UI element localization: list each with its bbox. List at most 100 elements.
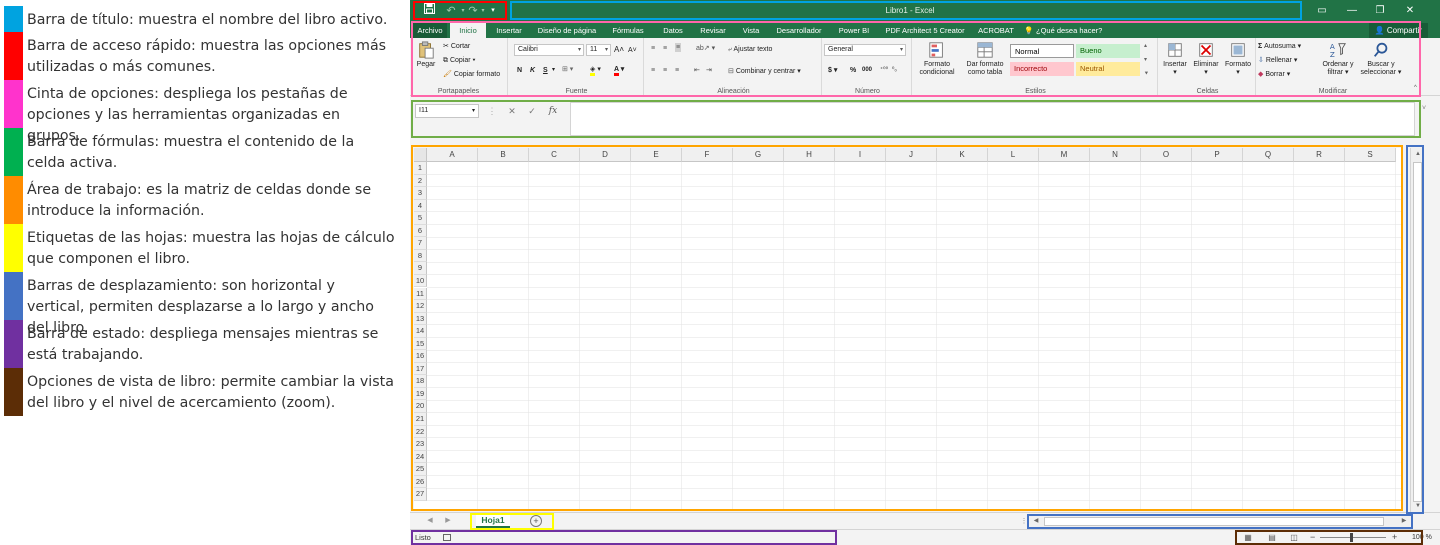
italic-button[interactable]: K <box>530 66 535 75</box>
clear-button[interactable]: ◆ Borrar ▾ <box>1258 70 1290 79</box>
align-right-icon[interactable]: ≡ <box>675 66 679 75</box>
select-all-button[interactable] <box>414 148 427 162</box>
column-header[interactable]: S <box>1345 148 1396 162</box>
row-header[interactable]: 3 <box>414 187 427 200</box>
row-header[interactable]: 22 <box>414 425 427 439</box>
cancel-icon[interactable]: ✕ <box>504 104 520 118</box>
zoom-slider[interactable] <box>1320 537 1386 538</box>
styles-scroll-down-icon[interactable]: ▾ <box>1144 56 1147 65</box>
row-header[interactable]: 7 <box>414 237 427 250</box>
column-header[interactable]: Q <box>1243 148 1294 162</box>
fill-color-icon[interactable]: ◈ ▾ <box>590 65 601 76</box>
vertical-scrollbar[interactable]: ▲ ▼ <box>1410 148 1424 512</box>
enter-icon[interactable]: ✓ <box>524 104 540 118</box>
formula-input[interactable] <box>570 102 1415 136</box>
tab-formulas[interactable]: Fórmulas <box>608 23 648 38</box>
style-bad[interactable]: Incorrecto <box>1010 62 1074 76</box>
row-header[interactable]: 25 <box>414 463 427 476</box>
row-header[interactable]: 8 <box>414 249 427 263</box>
tab-revisar[interactable]: Revisar <box>696 23 730 38</box>
tab-datos[interactable]: Datos <box>656 23 690 38</box>
merge-center-button[interactable]: ⊟ Combinar y centrar ▾ <box>728 67 801 76</box>
close-icon[interactable]: ✕ <box>1398 2 1422 20</box>
row-header[interactable]: 9 <box>414 262 427 275</box>
row-header[interactable]: 10 <box>414 274 427 288</box>
wrap-text-button[interactable]: ⤶ Ajustar texto <box>728 45 772 54</box>
column-header[interactable]: A <box>427 148 478 162</box>
next-sheet-icon[interactable]: ▶ <box>442 515 454 527</box>
row-header[interactable]: 2 <box>414 174 427 188</box>
number-format-select[interactable]: General ▾ <box>824 44 906 56</box>
vertical-scroll-thumb[interactable] <box>1413 162 1422 502</box>
row-header[interactable]: 4 <box>414 199 427 213</box>
minimize-icon[interactable]: — <box>1340 2 1364 20</box>
redo-dropdown-icon[interactable]: ▾ <box>480 3 486 19</box>
format-painter-button[interactable]: 🖌 Copiar formato <box>443 70 500 79</box>
tab-diseno-pagina[interactable]: Diseño de página <box>534 23 600 38</box>
find-select-button[interactable]: Buscar y seleccionar ▾ <box>1360 41 1402 77</box>
align-middle-icon[interactable]: ≡ <box>663 44 667 53</box>
page-layout-view-icon[interactable]: ▤ <box>1266 533 1278 543</box>
style-neutral[interactable]: Neutral <box>1076 62 1140 76</box>
tab-archivo[interactable]: Archivo <box>413 23 447 38</box>
tab-acrobat[interactable]: ACROBAT <box>976 23 1016 38</box>
sort-filter-button[interactable]: AZ Ordenar y filtrar ▾ <box>1320 41 1356 77</box>
column-header[interactable]: L <box>988 148 1039 162</box>
align-bottom-icon[interactable]: ≡ <box>675 43 682 52</box>
column-header[interactable]: G <box>733 148 784 162</box>
row-header[interactable]: 12 <box>414 300 427 313</box>
autosum-button[interactable]: Σ Autosuma ▾ <box>1258 42 1301 51</box>
horizontal-scrollbar[interactable]: ◀ ▶ <box>1030 516 1410 527</box>
scroll-left-icon[interactable]: ◀ <box>1030 516 1042 527</box>
bold-button[interactable]: N <box>517 66 522 75</box>
zoom-out-icon[interactable]: − <box>1310 531 1315 544</box>
collapse-ribbon-icon[interactable]: ^ <box>1414 84 1417 93</box>
align-left-icon[interactable]: ≡ <box>651 66 655 75</box>
insert-function-button[interactable]: fx <box>545 104 561 118</box>
tab-insertar[interactable]: Insertar <box>490 23 528 38</box>
shrink-font-icon[interactable]: A˅ <box>628 46 637 55</box>
macro-record-icon[interactable] <box>443 534 451 541</box>
share-button[interactable]: 👤 Compartir <box>1368 23 1428 38</box>
normal-view-icon[interactable]: ▦ <box>1242 533 1254 543</box>
column-header[interactable]: D <box>580 148 631 162</box>
format-cells-button[interactable]: Formato ▾ <box>1222 41 1254 77</box>
increase-decimal-icon[interactable]: ⁺⁰⁰ <box>880 66 888 75</box>
fill-button[interactable]: ⇩ Rellenar ▾ <box>1258 56 1297 65</box>
row-header[interactable]: 6 <box>414 224 427 238</box>
insert-cells-button[interactable]: Insertar ▾ <box>1160 41 1190 77</box>
row-header[interactable]: 13 <box>414 312 427 326</box>
zoom-level[interactable]: 100 % <box>1412 530 1432 545</box>
align-center-icon[interactable]: ≡ <box>663 66 667 75</box>
prev-sheet-icon[interactable]: ◀ <box>424 515 436 527</box>
column-header[interactable]: I <box>835 148 886 162</box>
column-header[interactable]: E <box>631 148 682 162</box>
conditional-format-button[interactable]: Formato condicional <box>914 41 960 77</box>
row-header[interactable]: 27 <box>414 488 427 501</box>
borders-icon[interactable]: ⊞ ▾ <box>562 65 573 74</box>
column-header[interactable]: O <box>1141 148 1192 162</box>
redo-icon[interactable]: ↷ <box>466 3 480 19</box>
underline-button[interactable]: S <box>543 66 548 75</box>
row-header[interactable]: 26 <box>414 475 427 489</box>
column-header[interactable]: B <box>478 148 529 162</box>
column-header[interactable]: N <box>1090 148 1141 162</box>
customize-qat-icon[interactable]: ▾ <box>488 3 498 19</box>
scroll-up-icon[interactable]: ▲ <box>1411 148 1425 160</box>
row-header[interactable]: 14 <box>414 325 427 338</box>
tab-inicio[interactable]: Inicio <box>450 23 486 38</box>
decrease-indent-icon[interactable]: ⇤ <box>694 66 700 75</box>
row-header[interactable]: 18 <box>414 375 427 388</box>
row-header[interactable]: 16 <box>414 350 427 363</box>
delete-cells-button[interactable]: Eliminar ▾ <box>1190 41 1222 77</box>
row-header[interactable]: 23 <box>414 438 427 451</box>
column-header[interactable]: J <box>886 148 937 162</box>
zoom-in-icon[interactable]: + <box>1392 531 1397 544</box>
sheet-tab-hoja1[interactable]: Hoja1 <box>476 513 510 528</box>
scroll-right-icon[interactable]: ▶ <box>1398 516 1410 527</box>
undo-icon[interactable]: ↶ <box>444 3 458 19</box>
row-header[interactable]: 11 <box>414 287 427 301</box>
page-break-view-icon[interactable]: ◫ <box>1288 533 1300 543</box>
align-top-icon[interactable]: ≡ <box>651 44 655 53</box>
save-icon[interactable] <box>422 3 436 19</box>
